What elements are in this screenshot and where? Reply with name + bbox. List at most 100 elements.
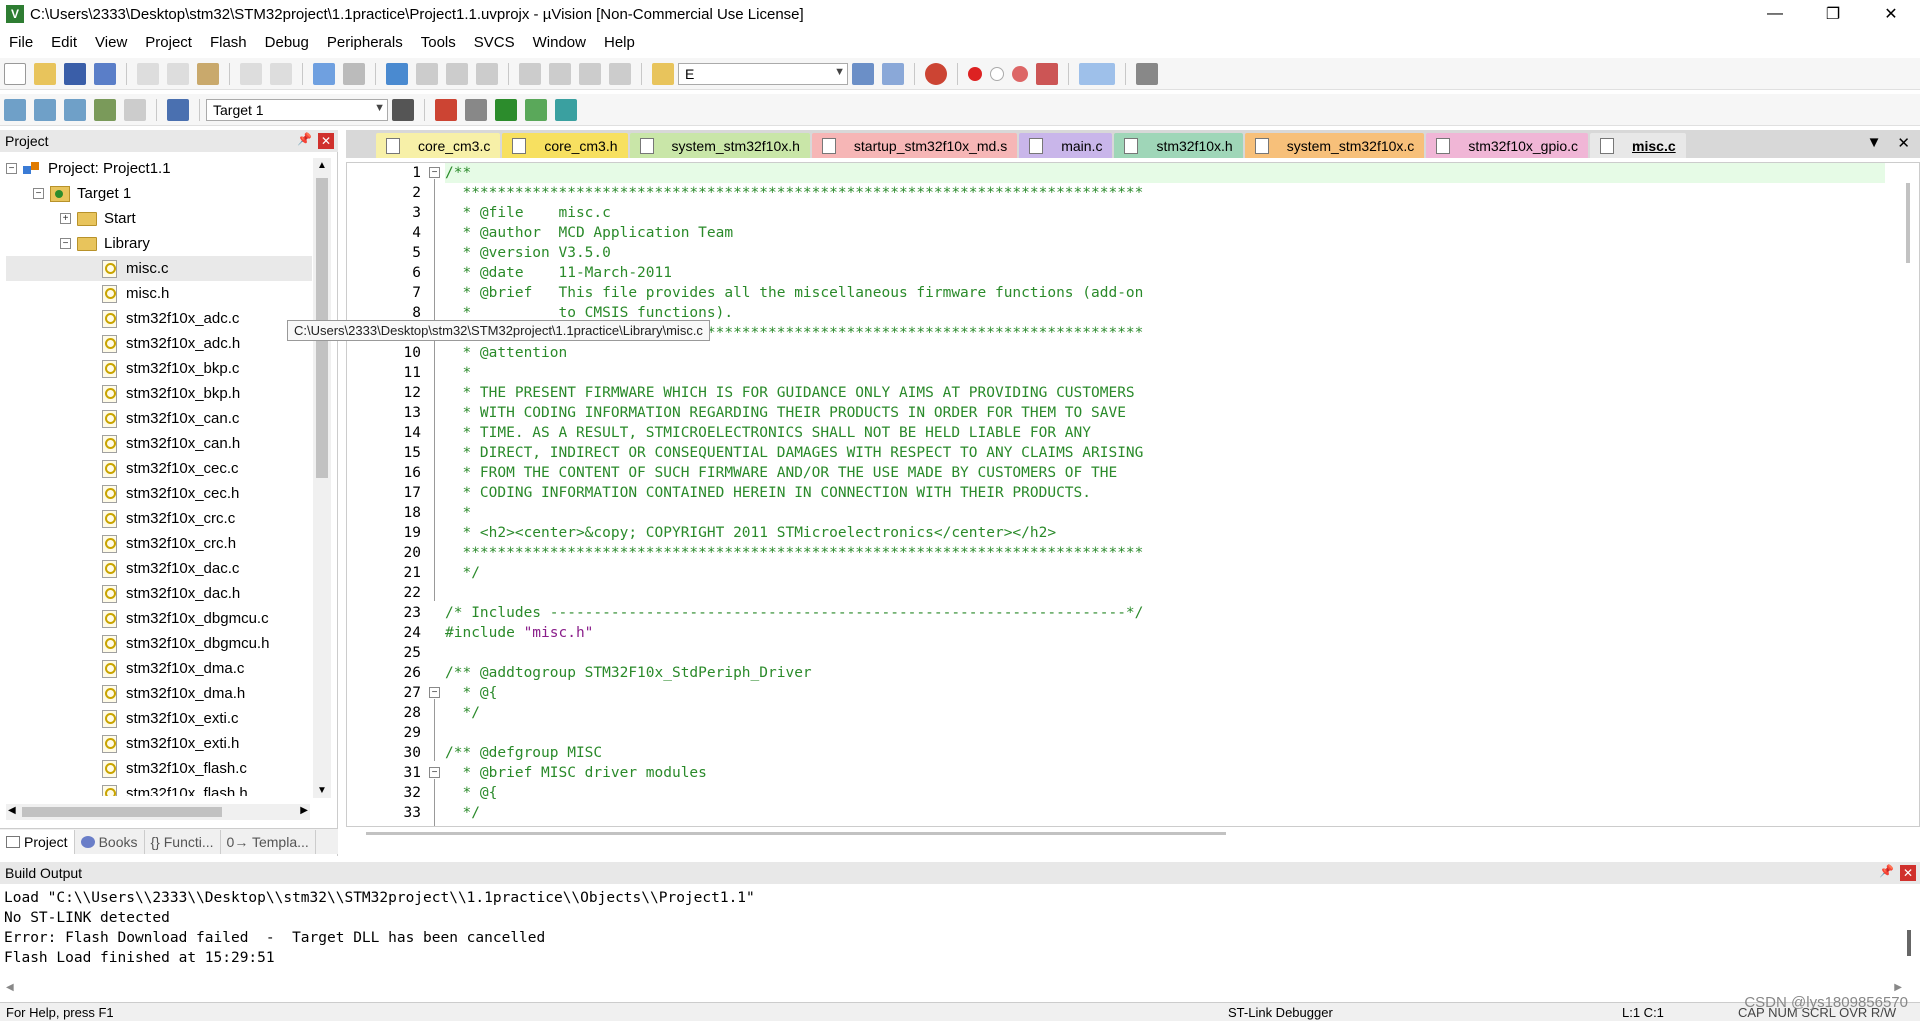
scroll-thumb[interactable] [1906, 183, 1910, 263]
tree-file[interactable]: stm32f10x_dma.c [6, 656, 312, 681]
menu-flash[interactable]: Flash [201, 34, 256, 51]
redo-icon[interactable] [270, 62, 292, 85]
build-horizontal-scrollbar[interactable]: ◀ ▶ [4, 982, 1904, 996]
menu-edit[interactable]: Edit [42, 34, 86, 51]
tree-file[interactable]: stm32f10x_crc.c [6, 506, 312, 531]
stop-build-icon[interactable] [124, 98, 146, 121]
debug-session-icon[interactable] [925, 62, 947, 85]
editor-tab[interactable]: misc.c [1590, 133, 1686, 158]
tree-file[interactable]: misc.c [6, 256, 312, 281]
new-file-icon[interactable] [4, 62, 26, 85]
close-tab-icon[interactable]: ✕ [1897, 134, 1910, 152]
scroll-right-icon[interactable]: ▶ [1894, 982, 1902, 993]
target-options-icon[interactable] [392, 98, 414, 121]
tree-file[interactable]: stm32f10x_cec.h [6, 481, 312, 506]
scroll-down-icon[interactable]: ▼ [317, 785, 327, 796]
navigate-forward-icon[interactable] [343, 62, 365, 85]
rebuild-icon[interactable] [64, 98, 86, 121]
tree-file[interactable]: stm32f10x_bkp.h [6, 381, 312, 406]
download-icon[interactable] [167, 98, 189, 121]
tree-file[interactable]: stm32f10x_dac.h [6, 581, 312, 606]
window-layout-icon[interactable] [1079, 62, 1115, 85]
editor-vertical-scrollbar[interactable] [1901, 163, 1915, 826]
menu-window[interactable]: Window [524, 34, 595, 51]
scroll-left-icon[interactable]: ◀ [6, 982, 14, 993]
editor-tab[interactable]: core_cm3.c [376, 133, 501, 158]
unindent-icon[interactable] [549, 62, 571, 85]
tree-file[interactable]: stm32f10x_flash.c [6, 756, 312, 781]
chevron-down-icon[interactable]: ▼ [834, 66, 845, 78]
build-icon[interactable] [34, 98, 56, 121]
code-editor[interactable]: 1234567891011121314151617181920212223242… [346, 162, 1920, 827]
menu-peripherals[interactable]: Peripherals [318, 34, 412, 51]
configure-icon[interactable] [1136, 62, 1158, 85]
scroll-right-icon[interactable]: ▶ [300, 805, 308, 816]
batch-build-icon[interactable] [94, 98, 116, 121]
tree-horizontal-scrollbar[interactable]: ◀ ▶ [6, 804, 310, 820]
tree-file[interactable]: stm32f10x_exti.c [6, 706, 312, 731]
close-button[interactable]: ✕ [1862, 0, 1920, 28]
manage-run-time-environment-icon[interactable] [495, 98, 517, 121]
tab-books[interactable]: Books [75, 829, 145, 854]
navigate-back-icon[interactable] [313, 62, 335, 85]
tab-templates[interactable]: 0→ Templa... [221, 829, 316, 854]
comment-icon[interactable] [579, 62, 601, 85]
find-icon[interactable] [852, 62, 874, 85]
next-bookmark-icon[interactable] [446, 62, 468, 85]
tree-project-root[interactable]: − Project: Project1.1 [6, 156, 312, 181]
prev-bookmark-icon[interactable] [416, 62, 438, 85]
build-output-text[interactable]: Load "C:\\Users\\2333\\Desktop\\stm32\\S… [4, 888, 755, 968]
manage-multi-project-icon[interactable] [465, 98, 487, 121]
tree-group-library[interactable]: − Library [6, 231, 312, 256]
tree-file[interactable]: stm32f10x_crc.h [6, 531, 312, 556]
translate-icon[interactable] [4, 98, 26, 121]
tab-list-icon[interactable]: ▼ [1867, 134, 1882, 152]
editor-horizontal-scrollbar[interactable] [366, 828, 1906, 840]
disable-all-breakpoints-icon[interactable] [1036, 62, 1058, 85]
select-software-packs-icon[interactable] [525, 98, 547, 121]
scroll-thumb[interactable] [1907, 930, 1911, 956]
editor-tab[interactable]: stm32f10x.h [1114, 133, 1243, 158]
scroll-thumb[interactable] [366, 832, 1226, 835]
editor-tab[interactable]: system_stm32f10x.c [1244, 133, 1425, 158]
collapse-icon[interactable]: − [6, 163, 17, 174]
tree-file[interactable]: stm32f10x_dma.h [6, 681, 312, 706]
find-in-files-icon[interactable] [652, 62, 674, 85]
pin-icon[interactable]: 📌 [1879, 864, 1894, 878]
undo-icon[interactable] [240, 62, 262, 85]
editor-tab[interactable]: main.c [1019, 133, 1113, 158]
bookmark-icon[interactable] [386, 62, 408, 85]
tab-functions[interactable]: {} Functi... [145, 829, 221, 854]
chevron-down-icon[interactable]: ▼ [374, 102, 385, 114]
find-combo[interactable]: E ▼ [678, 62, 848, 85]
clear-bookmarks-icon[interactable] [476, 62, 498, 85]
editor-tab[interactable]: system_stm32f10x.h [629, 133, 810, 158]
minimize-button[interactable]: — [1746, 0, 1804, 28]
save-icon[interactable] [64, 62, 86, 85]
cut-icon[interactable] [137, 62, 159, 85]
tree-group-start[interactable]: + Start [6, 206, 312, 231]
editor-tab[interactable]: stm32f10x_gpio.c [1426, 133, 1589, 158]
manage-project-items-icon[interactable] [435, 98, 457, 121]
collapse-icon[interactable]: − [60, 238, 71, 249]
fold-toggle-icon[interactable]: − [429, 767, 440, 778]
paste-icon[interactable] [197, 62, 219, 85]
tree-file[interactable]: stm32f10x_dbgmcu.c [6, 606, 312, 631]
breakpoint-icon[interactable] [968, 66, 982, 81]
tree-file[interactable]: stm32f10x_exti.h [6, 731, 312, 756]
fold-toggle-icon[interactable]: − [429, 167, 440, 178]
menu-svcs[interactable]: SVCS [465, 34, 524, 51]
tree-target[interactable]: − Target 1 [6, 181, 312, 206]
menu-project[interactable]: Project [136, 34, 201, 51]
tree-file[interactable]: stm32f10x_flash.h [6, 781, 312, 796]
pack-installer-icon[interactable] [555, 98, 577, 121]
menu-debug[interactable]: Debug [256, 34, 318, 51]
menu-view[interactable]: View [86, 34, 136, 51]
tree-file[interactable]: stm32f10x_adc.c [6, 306, 312, 331]
uncomment-icon[interactable] [609, 62, 631, 85]
kill-breakpoints-icon[interactable] [1012, 65, 1028, 82]
target-combo[interactable]: Target 1 ▼ [206, 98, 388, 121]
maximize-button[interactable]: ❐ [1804, 0, 1862, 28]
menu-help[interactable]: Help [595, 34, 644, 51]
tree-file[interactable]: misc.h [6, 281, 312, 306]
